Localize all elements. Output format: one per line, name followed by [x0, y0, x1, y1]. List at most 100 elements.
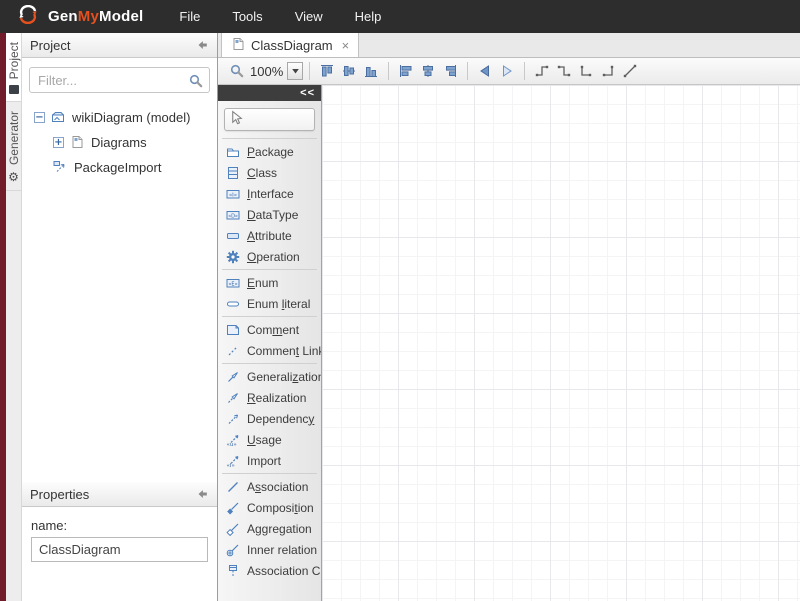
- side-tab-project[interactable]: Project: [6, 33, 21, 102]
- tab-classdiagram[interactable]: ClassDiagram ×: [221, 33, 359, 57]
- side-tab-label: Generator: [7, 111, 21, 165]
- edge-straight-button[interactable]: [619, 60, 641, 82]
- tree-item-diagrams[interactable]: + Diagrams: [22, 130, 217, 155]
- palette-item-label: DataType: [247, 208, 298, 222]
- palette-item-label: Import: [247, 454, 281, 468]
- palette-item-enum-literal[interactable]: Enum literal: [218, 293, 321, 314]
- align-middle-button[interactable]: [338, 60, 360, 82]
- project-panel-body: − wikiDiagram (model)+ Diagrams PackageI…: [22, 58, 217, 482]
- palette-item-dependency[interactable]: Dependency: [218, 408, 321, 429]
- composition-icon: [226, 501, 240, 515]
- svg-text:«I»: «I»: [227, 463, 235, 468]
- menu-tools[interactable]: Tools: [216, 0, 278, 33]
- flip-left-button[interactable]: [474, 60, 496, 82]
- zoom-level: 100%: [250, 64, 283, 79]
- palette-item-package[interactable]: Package: [218, 141, 321, 162]
- gear-icon: ⚙: [8, 171, 19, 183]
- palette-item-label: Operation: [247, 250, 300, 264]
- palette-item-datatype[interactable]: «D» DataType: [218, 204, 321, 225]
- datatype-icon: «D»: [226, 208, 240, 222]
- align-center-button[interactable]: [417, 60, 439, 82]
- palette-item-label: Comment Link: [247, 344, 321, 358]
- usage-icon: «u»: [226, 433, 240, 447]
- palette-item-interface[interactable]: «I»Interface: [218, 183, 321, 204]
- model-icon: [51, 110, 67, 125]
- collapse-chevrons: <<: [300, 86, 315, 100]
- interface-icon: «I»: [226, 187, 240, 201]
- palette-item-association[interactable]: Association: [218, 476, 321, 497]
- aggregation-icon: [226, 522, 240, 536]
- dependency-icon: [226, 412, 240, 426]
- palette-item-realization[interactable]: Realization: [218, 387, 321, 408]
- palette-item-operation[interactable]: Operation: [218, 246, 321, 267]
- menu-view[interactable]: View: [279, 0, 339, 33]
- palette-item-association-cl[interactable]: Association Cl...: [218, 560, 321, 581]
- palette-item-label: Association Cl...: [247, 564, 321, 578]
- palette-item-import[interactable]: «I» Import: [218, 450, 321, 471]
- class-icon: [226, 166, 240, 180]
- selection-tool-button[interactable]: [224, 108, 315, 131]
- collapse-icon[interactable]: −: [34, 112, 45, 123]
- align-left-button[interactable]: [395, 60, 417, 82]
- name-field[interactable]: [31, 537, 208, 562]
- palette-item-label: Association: [247, 480, 308, 494]
- palette-item-comment[interactable]: Comment: [218, 319, 321, 340]
- tree-item-packageimport[interactable]: PackageImport: [22, 155, 217, 180]
- cloud-logo-icon: [14, 5, 41, 29]
- palette-separator: [222, 269, 317, 270]
- enum-icon: «E»: [226, 276, 240, 290]
- package-icon: [226, 145, 240, 159]
- edge-corner-button[interactable]: [575, 60, 597, 82]
- project-tree: − wikiDiagram (model)+ Diagrams PackageI…: [22, 97, 217, 188]
- palette-item-usage[interactable]: «u»Usage: [218, 429, 321, 450]
- association-class-icon: [226, 564, 240, 578]
- side-tab-generator[interactable]: Generator ⚙: [6, 102, 21, 191]
- palette-item-enum[interactable]: «E»Enum: [218, 272, 321, 293]
- palette-collapse-button[interactable]: <<: [218, 85, 321, 101]
- expand-icon[interactable]: +: [53, 137, 64, 148]
- palette-item-label: Comment: [247, 323, 299, 337]
- project-panel-header: Project: [22, 33, 217, 58]
- filter-input[interactable]: [29, 67, 210, 93]
- collapse-left-icon[interactable]: [195, 38, 209, 52]
- magnifier-icon[interactable]: [188, 73, 204, 94]
- magnifier-icon[interactable]: [226, 60, 248, 82]
- align-top-button[interactable]: [316, 60, 338, 82]
- align-middle-icon: [341, 63, 357, 79]
- collapse-left-icon[interactable]: [195, 487, 209, 501]
- palette-item-label: Enum literal: [247, 297, 310, 311]
- edge-corner-right-icon: [600, 63, 616, 79]
- tree-item-label: wikiDiagram (model): [72, 110, 190, 125]
- palette-separator: [222, 138, 317, 139]
- palette-item-inner-relation[interactable]: Inner relation: [218, 539, 321, 560]
- edge-step-up-button[interactable]: [531, 60, 553, 82]
- caret-down-icon: [291, 62, 300, 80]
- tree-item-wikidiagram-model[interactable]: − wikiDiagram (model): [22, 105, 217, 130]
- palette-item-label: Inner relation: [247, 543, 317, 557]
- close-icon[interactable]: ×: [342, 39, 350, 52]
- edge-corner-icon: [578, 63, 594, 79]
- flip-right-icon: [499, 63, 515, 79]
- align-bottom-button[interactable]: [360, 60, 382, 82]
- palette-item-comment-link[interactable]: Comment Link: [218, 340, 321, 361]
- align-right-button[interactable]: [439, 60, 461, 82]
- properties-panel-body: name:: [22, 507, 217, 601]
- diagram-canvas[interactable]: [322, 85, 800, 601]
- flip-right-button[interactable]: [496, 60, 518, 82]
- menu-file[interactable]: File: [163, 0, 216, 33]
- edge-corner-right-button[interactable]: [597, 60, 619, 82]
- project-panel-title: Project: [30, 38, 70, 53]
- menu-help[interactable]: Help: [339, 0, 398, 33]
- tree-item-label: Diagrams: [91, 135, 147, 150]
- palette-item-generalization[interactable]: Generalization: [218, 366, 321, 387]
- edge-step-down-button[interactable]: [553, 60, 575, 82]
- zoom-dropdown[interactable]: [287, 62, 303, 80]
- side-tab-strip: Project Generator ⚙: [6, 33, 22, 601]
- palette-separator: [222, 473, 317, 474]
- palette-item-label: Realization: [247, 391, 306, 405]
- palette-item-aggregation[interactable]: Aggregation: [218, 518, 321, 539]
- palette-item-composition[interactable]: Composition: [218, 497, 321, 518]
- palette-item-class[interactable]: Class: [218, 162, 321, 183]
- palette-item-attribute[interactable]: Attribute: [218, 225, 321, 246]
- app-logo[interactable]: GenMyModel: [0, 5, 143, 29]
